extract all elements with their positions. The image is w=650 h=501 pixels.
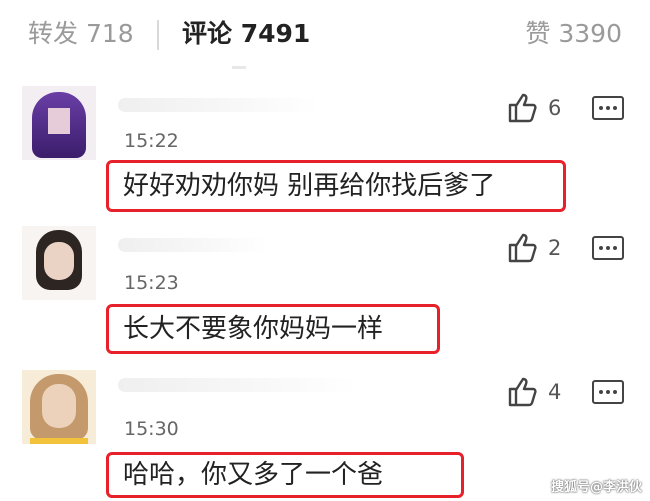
- avatar[interactable]: [22, 86, 96, 160]
- thumb-up-icon[interactable]: [505, 374, 541, 410]
- active-tab-indicator: [232, 66, 246, 69]
- tab-like[interactable]: 赞 3390: [525, 18, 622, 50]
- comment-tabs: 转发 718 评论 7491 赞 3390: [0, 0, 650, 70]
- more-dots-icon: [599, 390, 617, 394]
- like-count: 2: [548, 236, 562, 260]
- username-blurred[interactable]: [118, 238, 268, 252]
- thumb-up-icon[interactable]: [505, 230, 541, 266]
- thumb-up-icon[interactable]: [505, 90, 541, 126]
- tab-repost[interactable]: 转发 718: [28, 18, 134, 50]
- tab-divider: [157, 20, 159, 50]
- more-dots-icon: [599, 246, 617, 250]
- tab-comment[interactable]: 评论 7491: [182, 18, 310, 50]
- avatar-face-blurred: [44, 242, 74, 280]
- comment-highlight-box: 长大不要象你妈妈一样: [106, 304, 440, 354]
- like-count: 6: [548, 96, 562, 120]
- more-options-button[interactable]: [592, 380, 624, 404]
- comment-time: 15:23: [124, 272, 179, 294]
- comment-time: 15:22: [124, 130, 179, 152]
- username-blurred[interactable]: [118, 98, 318, 112]
- comment-text: 长大不要象你妈妈一样: [123, 314, 384, 344]
- like-count: 4: [548, 380, 562, 404]
- more-options-button[interactable]: [592, 236, 624, 260]
- comment-time: 15:30: [124, 418, 179, 440]
- watermark: 搜狐号@李洪伙: [550, 480, 642, 495]
- avatar[interactable]: [22, 226, 96, 300]
- username-blurred[interactable]: [118, 378, 358, 392]
- comment-highlight-box: 好好劝劝你妈 别再给你找后爹了: [106, 160, 566, 212]
- avatar-face-blurred: [48, 108, 70, 134]
- comment-highlight-box: 哈哈，你又多了一个爸: [106, 452, 464, 498]
- more-options-button[interactable]: [592, 96, 624, 120]
- comment-text: 好好劝劝你妈 别再给你找后爹了: [123, 171, 496, 201]
- avatar-face-blurred: [42, 384, 76, 428]
- comment-text: 哈哈，你又多了一个爸: [123, 460, 384, 490]
- avatar[interactable]: [22, 370, 96, 444]
- avatar-accent-bar: [30, 438, 88, 444]
- more-dots-icon: [599, 106, 617, 110]
